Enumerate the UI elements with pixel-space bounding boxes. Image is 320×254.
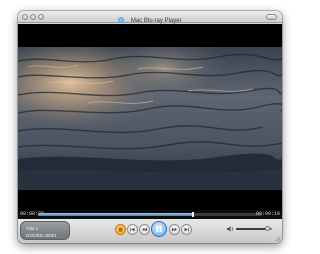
volume-level [236, 228, 267, 230]
remaining-time: 00:00:10 [255, 211, 280, 217]
seek-handle[interactable] [191, 212, 194, 217]
fast-forward-icon [171, 227, 177, 232]
volume-icon[interactable] [226, 225, 235, 233]
next-chapter-icon [184, 227, 189, 232]
menu-icon [118, 227, 123, 232]
fast-forward-button[interactable] [169, 224, 180, 235]
title-info: Title 1 [26, 226, 39, 231]
rewind-button[interactable] [139, 224, 150, 235]
volume-handle[interactable] [264, 226, 270, 231]
blu-ray-disc-icon [118, 17, 125, 24]
window-title-area: Mac Blu-ray Player [18, 12, 282, 24]
window-title: Mac Blu-ray Player [130, 17, 182, 24]
rewind-icon [142, 227, 148, 232]
seek-progress [38, 213, 193, 216]
play-pause-button[interactable] [151, 221, 167, 237]
video-frame[interactable] [18, 47, 282, 190]
title-bar[interactable]: Mac Blu-ray Player [18, 11, 282, 24]
resize-grip-icon[interactable] [275, 236, 281, 242]
video-area[interactable] [18, 24, 282, 217]
previous-chapter-button[interactable] [127, 224, 138, 235]
seek-bar[interactable]: 00:00:22 00:00:10 [18, 210, 282, 219]
seek-track[interactable] [38, 212, 262, 217]
disc-info: DVD/BD ab001 [26, 233, 57, 238]
toolbar-toggle-button[interactable] [266, 14, 277, 20]
volume-slider[interactable] [236, 226, 272, 231]
control-bar: Title 1 DVD/BD ab001 [18, 219, 282, 243]
pause-icon [156, 225, 162, 233]
info-display: Title 1 DVD/BD ab001 [20, 221, 70, 240]
menu-button[interactable] [115, 224, 126, 235]
player-window: Mac Blu-ray Player 00:00:22 00:00:10 Tit… [18, 11, 282, 243]
previous-chapter-icon [130, 227, 135, 232]
next-chapter-button[interactable] [181, 224, 192, 235]
